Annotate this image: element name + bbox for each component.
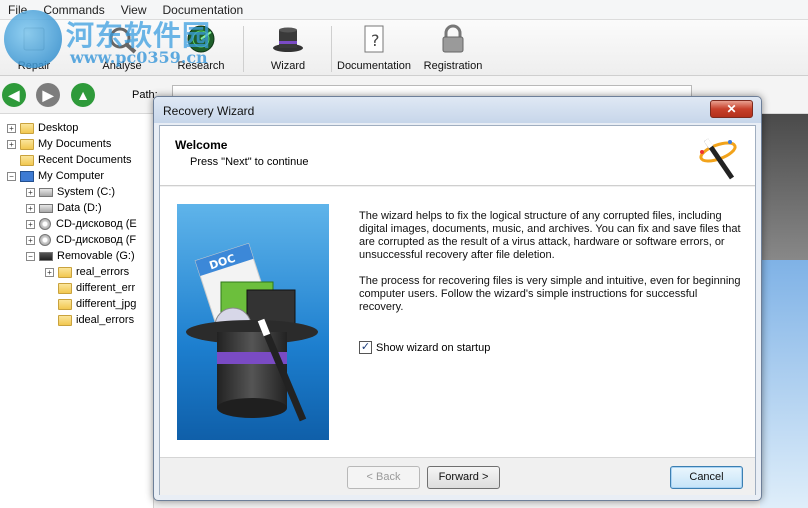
documentation-label: Documentation <box>337 60 411 72</box>
folder-icon <box>58 314 72 326</box>
wizard-banner-image: DOC <box>177 204 329 440</box>
tree-item-my-documents[interactable]: + My Documents <box>7 136 111 152</box>
tree-item-label: ideal_errors <box>76 314 135 326</box>
hard-drive-icon <box>39 187 53 197</box>
tree-item-label: CD-дисковод (E <box>56 218 137 230</box>
wizard-label: Wizard <box>270 60 306 72</box>
close-icon: ✕ <box>726 102 737 116</box>
registration-button[interactable]: Registration <box>420 24 486 72</box>
tree-item-cd-drive-f[interactable]: + CD-дисковод (F <box>26 232 136 248</box>
close-button[interactable]: ✕ <box>710 100 753 118</box>
tree-item-label: Data (D:) <box>57 202 102 214</box>
wizard-description: The wizard helps to fix the logical stru… <box>359 210 741 261</box>
tree-item-different-jpg[interactable]: different_jpg <box>58 296 136 312</box>
tree-item-label: My Computer <box>38 170 105 182</box>
wizard-step-title: Welcome <box>175 138 228 152</box>
folder-icon <box>58 266 72 278</box>
hard-drive-icon <box>39 203 53 213</box>
wizard-footer: < Back Forward > Cancel <box>160 457 755 495</box>
registration-label: Registration <box>423 60 483 72</box>
tree-item-removable-drive[interactable]: − Removable (G:) <box>26 248 135 264</box>
expand-icon[interactable]: + <box>26 235 35 245</box>
cancel-button[interactable]: Cancel <box>670 466 743 489</box>
tree-item-label: Removable (G:) <box>57 250 135 262</box>
document-help-icon: ? <box>364 25 384 53</box>
collapse-icon[interactable]: − <box>26 251 35 261</box>
toolbar-separator <box>331 26 332 72</box>
dialog-title: Recovery Wizard <box>163 104 255 118</box>
expand-icon[interactable]: + <box>7 123 16 133</box>
lock-icon <box>442 24 464 53</box>
expand-icon[interactable]: + <box>7 139 16 149</box>
tree-item-different-err[interactable]: different_err <box>58 280 135 296</box>
wizard-button[interactable]: Wizard <box>262 24 314 72</box>
tree-item-label: different_err <box>76 282 136 294</box>
folder-icon <box>20 154 34 166</box>
folder-icon <box>20 122 34 134</box>
tree-item-label: different_jpg <box>76 298 137 310</box>
expand-icon[interactable]: + <box>26 187 35 197</box>
expand-icon[interactable]: + <box>26 203 35 213</box>
back-nav-button[interactable]: ◀ <box>2 83 26 107</box>
tree-item-label: CD-дисковод (F <box>56 234 137 246</box>
folder-icon <box>20 138 34 150</box>
recovery-wizard-dialog: Recovery Wizard ✕ Welcome Press "Next" t… <box>153 96 762 501</box>
watermark-url: www.pc0359.cn <box>70 48 208 67</box>
arrow-left-icon: ◀ <box>8 86 20 103</box>
arrow-up-icon: ▲ <box>76 87 90 103</box>
tree-item-cd-drive-e[interactable]: + CD-дисковод (E <box>26 216 137 232</box>
expand-icon[interactable]: + <box>26 219 35 229</box>
tree-item-desktop[interactable]: + Desktop <box>7 120 78 136</box>
show-wizard-label: Show wizard on startup <box>376 341 491 354</box>
folder-icon <box>58 282 72 294</box>
forward-button[interactable]: Forward > <box>427 466 500 489</box>
svg-text:?: ? <box>371 31 380 50</box>
magic-hat-icon <box>273 27 303 52</box>
back-button[interactable]: < Back <box>347 466 420 489</box>
tree-item-my-computer[interactable]: − My Computer <box>7 168 104 184</box>
cd-drive-icon <box>39 234 51 246</box>
wizard-step-subtitle: Press "Next" to continue <box>190 156 309 168</box>
tree-item-label: System (C:) <box>57 186 116 198</box>
wizard-header: Welcome Press "Next" to continue <box>160 126 755 186</box>
folder-icon <box>58 298 72 310</box>
watermark-logo <box>4 10 62 68</box>
tree-item-real-errors[interactable]: + real_errors <box>45 264 129 280</box>
magic-wand-icon <box>699 138 737 180</box>
up-nav-button[interactable]: ▲ <box>71 83 95 107</box>
usb-drive-icon <box>39 251 53 261</box>
tree-item-data-drive[interactable]: + Data (D:) <box>26 200 102 216</box>
tree-item-label: real_errors <box>76 266 130 278</box>
computer-icon <box>20 170 34 182</box>
collapse-icon[interactable]: − <box>7 171 16 181</box>
forward-nav-button[interactable]: ▶ <box>36 83 60 107</box>
cd-drive-icon <box>39 218 51 230</box>
expand-icon[interactable]: + <box>45 267 54 277</box>
arrow-right-icon: ▶ <box>42 86 54 103</box>
toolbar-separator <box>243 26 244 72</box>
tree-item-label: Desktop <box>38 122 79 134</box>
tree-item-ideal-errors[interactable]: ideal_errors <box>58 312 134 328</box>
folder-tree: + Desktop + My Documents Recent Documents … <box>0 114 154 508</box>
wizard-body: DOC The wizard helps to fix the logical … <box>160 187 755 457</box>
wizard-instructions: The process for recovering files is very… <box>359 275 741 313</box>
tree-item-recent-documents[interactable]: Recent Documents <box>20 152 132 168</box>
documentation-button[interactable]: ? Documentation <box>336 24 412 72</box>
show-wizard-checkbox[interactable]: ✓ <box>359 341 372 354</box>
preview-image <box>760 260 808 508</box>
tree-item-label: Recent Documents <box>38 154 132 166</box>
tree-item-system-drive[interactable]: + System (C:) <box>26 184 115 200</box>
dialog-content: Welcome Press "Next" to continue DOC The… <box>159 125 756 495</box>
tree-item-label: My Documents <box>38 138 112 150</box>
show-wizard-option[interactable]: ✓ Show wizard on startup <box>359 341 490 354</box>
dialog-title-bar[interactable]: Recovery Wizard ✕ <box>154 97 761 123</box>
